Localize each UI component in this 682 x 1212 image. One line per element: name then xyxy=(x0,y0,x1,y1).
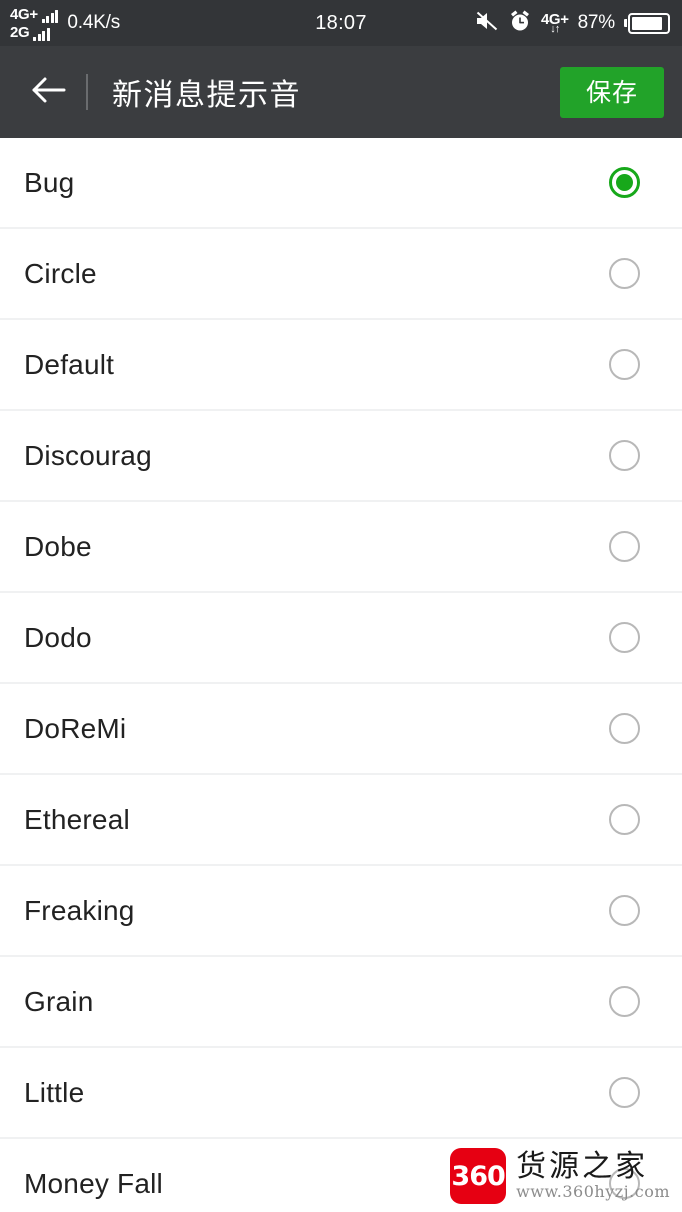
list-item-label: Bug xyxy=(24,166,75,198)
list-item[interactable]: Grain xyxy=(0,957,682,1048)
list-item[interactable]: DoReMi xyxy=(0,684,682,775)
signal-bars-icon xyxy=(41,9,59,23)
radio-button[interactable] xyxy=(609,258,640,289)
list-item-label: Grain xyxy=(24,985,94,1017)
list-item-label: Discourag xyxy=(24,439,152,471)
radio-button[interactable] xyxy=(609,713,640,744)
back-arrow-icon xyxy=(29,74,67,111)
data-transfer-arrows-icon: ↓↑ xyxy=(550,22,560,35)
data-network-icon: 4G+ ↓↑ xyxy=(541,12,569,35)
list-item-label: Circle xyxy=(24,257,97,289)
radio-button[interactable] xyxy=(609,622,640,653)
signal-bars-icon xyxy=(33,27,50,41)
network-speed-text: 0.4K/s xyxy=(67,12,121,33)
list-item-label: Freaking xyxy=(24,894,135,926)
radio-button[interactable] xyxy=(609,986,640,1017)
list-item-label: Dodo xyxy=(24,621,92,653)
alarm-clock-icon xyxy=(508,9,532,38)
list-item[interactable]: Money Fall xyxy=(0,1139,682,1212)
radio-button[interactable] xyxy=(609,349,640,380)
radio-button-selected[interactable] xyxy=(609,167,640,198)
save-button[interactable]: 保存 xyxy=(559,66,664,118)
list-item[interactable]: Freaking xyxy=(0,866,682,957)
status-bar-right: 4G+ ↓↑ 87% xyxy=(475,9,670,38)
list-item-label: Money Fall xyxy=(24,1167,163,1199)
list-item[interactable]: Dobe xyxy=(0,502,682,593)
list-item[interactable]: Little xyxy=(0,1048,682,1139)
battery-icon xyxy=(624,12,670,34)
radio-button[interactable] xyxy=(609,440,640,471)
list-item[interactable]: Ethereal xyxy=(0,775,682,866)
list-item[interactable]: Discourag xyxy=(0,411,682,502)
status-bar-left: 4G+ 2G 0.4K/s xyxy=(10,6,120,41)
list-item-label: Little xyxy=(24,1076,85,1108)
list-item[interactable]: Default xyxy=(0,320,682,411)
phone-screen: 4G+ 2G 0.4K/s 18:07 4G+ ↓↑ 87% 新消息提示音 保存… xyxy=(0,0,682,1212)
header-divider xyxy=(86,74,88,110)
list-item[interactable]: Bug xyxy=(0,138,682,229)
radio-button[interactable] xyxy=(609,1077,640,1108)
status-bar: 4G+ 2G 0.4K/s 18:07 4G+ ↓↑ 87% xyxy=(0,0,682,46)
app-header: 新消息提示音 保存 xyxy=(0,46,682,138)
sim2-signal: 2G xyxy=(10,24,58,41)
radio-button[interactable] xyxy=(609,895,640,926)
speaker-muted-icon xyxy=(475,10,499,37)
list-item[interactable]: Dodo xyxy=(0,593,682,684)
radio-button[interactable] xyxy=(609,1168,640,1199)
ringtone-list: Bug Circle Default Discourag Dobe Dodo DoReMi E… xyxy=(0,138,682,1212)
sim2-network-label: 2G xyxy=(10,23,30,41)
list-item-label: Default xyxy=(24,348,115,380)
list-item-label: Ethereal xyxy=(24,803,130,835)
list-item-label: Dobe xyxy=(24,530,92,562)
battery-percent-text: 87% xyxy=(577,12,616,33)
dual-sim-signal: 4G+ 2G xyxy=(10,5,59,41)
list-item-label: DoReMi xyxy=(24,712,127,744)
page-title: 新消息提示音 xyxy=(112,78,301,113)
radio-button[interactable] xyxy=(609,531,640,562)
back-button[interactable] xyxy=(24,68,72,116)
radio-button[interactable] xyxy=(609,804,640,835)
sim1-network-label: 4G+ xyxy=(10,5,38,23)
sim1-signal: 4G+ xyxy=(10,5,59,23)
list-item[interactable]: Circle xyxy=(0,229,682,320)
